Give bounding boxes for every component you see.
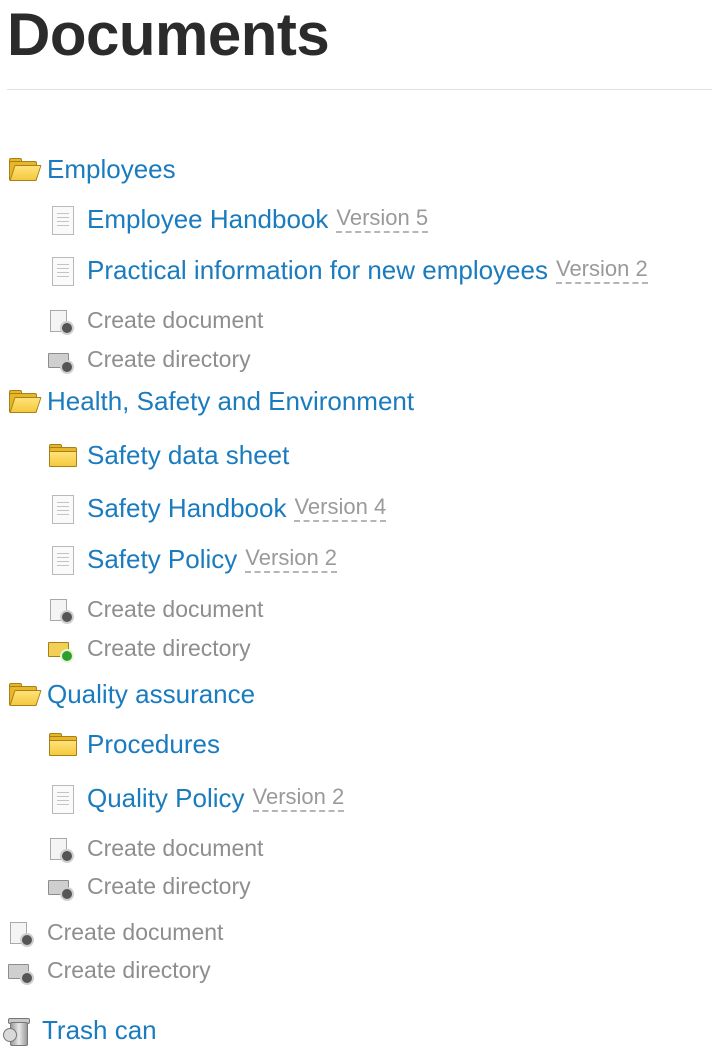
hse-create-document[interactable]: Create document <box>47 596 263 624</box>
create-directory-icon <box>7 959 37 985</box>
root-create-directory[interactable]: Create directory <box>7 957 211 985</box>
folder-hse[interactable]: Health, Safety and Environment <box>7 386 414 417</box>
employees-create-directory[interactable]: Create directory <box>47 346 251 374</box>
document-icon <box>47 205 77 235</box>
document-safety-policy[interactable]: Safety Policy Version 2 <box>47 544 338 575</box>
create-directory-link[interactable]: Create directory <box>87 635 251 662</box>
version-badge[interactable]: Version 2 <box>245 546 338 573</box>
create-document-icon <box>47 309 77 335</box>
create-document-link[interactable]: Create document <box>87 835 263 862</box>
create-directory-icon <box>47 637 77 663</box>
folder-hse-link[interactable]: Health, Safety and Environment <box>47 386 414 417</box>
version-badge[interactable]: Version 2 <box>555 257 648 284</box>
folder-safety-data-sheet[interactable]: Safety data sheet <box>47 440 289 471</box>
create-directory-icon <box>47 348 77 374</box>
create-document-link[interactable]: Create document <box>87 596 263 623</box>
document-icon <box>47 494 77 524</box>
folder-link[interactable]: Procedures <box>87 729 220 760</box>
qa-create-directory[interactable]: Create directory <box>47 873 251 901</box>
create-document-icon <box>47 837 77 863</box>
trash-can[interactable]: Trash can <box>2 1015 157 1046</box>
document-link[interactable]: Employee Handbook <box>87 204 328 235</box>
create-directory-link[interactable]: Create directory <box>87 346 251 373</box>
folder-open-icon <box>7 155 42 185</box>
folder-icon <box>47 441 77 471</box>
page-title: Documents <box>7 1 330 68</box>
version-badge[interactable]: Version 5 <box>336 206 429 233</box>
folder-qa-link[interactable]: Quality assurance <box>47 679 255 710</box>
document-link[interactable]: Safety Handbook <box>87 493 286 524</box>
trash-can-link[interactable]: Trash can <box>42 1015 157 1046</box>
document-link[interactable]: Safety Policy <box>87 544 237 575</box>
create-directory-link[interactable]: Create directory <box>47 957 211 984</box>
document-safety-handbook[interactable]: Safety Handbook Version 4 <box>47 493 387 524</box>
create-document-link[interactable]: Create document <box>47 919 223 946</box>
create-directory-link[interactable]: Create directory <box>87 873 251 900</box>
hse-create-directory[interactable]: Create directory <box>47 635 251 663</box>
folder-link[interactable]: Safety data sheet <box>87 440 289 471</box>
folder-employees-link[interactable]: Employees <box>47 154 176 185</box>
document-icon <box>47 545 77 575</box>
employees-create-document[interactable]: Create document <box>47 307 263 335</box>
folder-open-icon <box>7 387 42 417</box>
create-document-icon <box>47 598 77 624</box>
folder-procedures[interactable]: Procedures <box>47 729 220 760</box>
qa-create-document[interactable]: Create document <box>47 835 263 863</box>
root-create-document[interactable]: Create document <box>7 919 223 947</box>
folder-open-icon <box>7 680 42 710</box>
document-practical-information[interactable]: Practical information for new employees … <box>47 255 648 286</box>
document-link[interactable]: Practical information for new employees <box>87 255 548 286</box>
document-quality-policy[interactable]: Quality Policy Version 2 <box>47 783 345 814</box>
folder-employees[interactable]: Employees <box>7 154 176 185</box>
title-divider <box>7 89 712 90</box>
folder-icon <box>47 730 77 760</box>
document-icon <box>47 256 77 286</box>
version-badge[interactable]: Version 2 <box>252 785 345 812</box>
document-link[interactable]: Quality Policy <box>87 783 245 814</box>
document-icon <box>47 784 77 814</box>
create-document-icon <box>7 921 37 947</box>
document-employee-handbook[interactable]: Employee Handbook Version 5 <box>47 204 429 235</box>
version-badge[interactable]: Version 4 <box>294 495 387 522</box>
create-directory-icon <box>47 875 77 901</box>
folder-quality-assurance[interactable]: Quality assurance <box>7 679 255 710</box>
trash-can-icon <box>2 1016 32 1046</box>
create-document-link[interactable]: Create document <box>87 307 263 334</box>
